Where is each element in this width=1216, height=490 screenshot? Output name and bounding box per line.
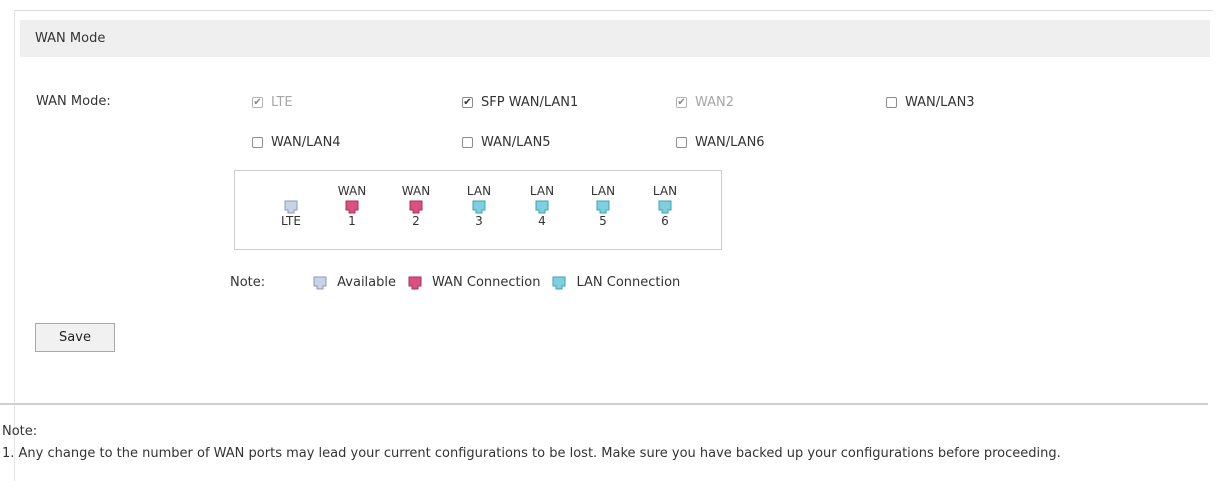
checkbox-icon bbox=[462, 137, 473, 148]
notes-line: 1. Any change to the number of WAN ports… bbox=[2, 446, 1061, 461]
port-legend: Note: Available WAN Connection LAN Conne… bbox=[230, 275, 692, 290]
port-5: LAN 5 bbox=[588, 184, 618, 228]
port-type-label: LAN bbox=[529, 184, 555, 198]
checkbox-label: LTE bbox=[271, 95, 293, 110]
checkbox-label: WAN/LAN6 bbox=[695, 135, 765, 150]
ethernet-port-icon bbox=[409, 200, 423, 214]
legend-item-available: Available bbox=[313, 275, 396, 290]
notes-section: Note: 1. Any change to the number of WAN… bbox=[2, 421, 1202, 465]
checkbox-sfp-wan-lan1[interactable]: ✔ SFP WAN/LAN1 bbox=[462, 95, 578, 110]
legend-label: LAN Connection bbox=[576, 275, 681, 290]
port-1: WAN 1 bbox=[337, 184, 367, 228]
checkbox-icon bbox=[676, 137, 687, 148]
port-type-label: LAN bbox=[652, 184, 678, 198]
wan-mode-label: WAN Mode: bbox=[36, 94, 111, 109]
checkbox-label: SFP WAN/LAN1 bbox=[481, 95, 579, 110]
ethernet-port-icon bbox=[472, 200, 486, 214]
checkbox-label: WAN2 bbox=[695, 95, 735, 110]
section-header: WAN Mode bbox=[20, 20, 1210, 57]
port-type-label bbox=[276, 184, 306, 198]
port-number-label: 4 bbox=[538, 214, 546, 228]
port-type-label: WAN bbox=[337, 184, 367, 198]
legend-item-lan: LAN Connection bbox=[552, 275, 680, 290]
checkbox-icon bbox=[252, 137, 263, 148]
ethernet-port-icon bbox=[552, 276, 566, 289]
checkbox-wan-lan4[interactable]: WAN/LAN4 bbox=[252, 135, 341, 150]
port-type-label: LAN bbox=[590, 184, 616, 198]
checkbox-label: WAN/LAN3 bbox=[905, 95, 975, 110]
notes-title: Note: bbox=[2, 424, 38, 439]
port-status-panel: LTE WAN 1 WAN 2 LAN 3 LAN 4 LAN 5 LAN 6 bbox=[234, 170, 722, 250]
legend-label: WAN Connection bbox=[432, 275, 541, 290]
legend-item-wan: WAN Connection bbox=[408, 275, 540, 290]
ethernet-port-icon bbox=[284, 200, 298, 214]
divider bbox=[0, 403, 1208, 405]
ethernet-port-icon bbox=[345, 200, 359, 214]
port-lte: LTE bbox=[276, 184, 306, 228]
section-title: WAN Mode bbox=[35, 31, 106, 46]
port-number-label: 6 bbox=[661, 214, 669, 228]
checkbox-lte[interactable]: ✔ LTE bbox=[252, 95, 293, 110]
checkbox-wan2[interactable]: ✔ WAN2 bbox=[676, 95, 734, 110]
port-number-label: 5 bbox=[599, 214, 607, 228]
port-2: WAN 2 bbox=[401, 184, 431, 228]
checkbox-icon: ✔ bbox=[676, 96, 687, 108]
checkbox-label: WAN/LAN5 bbox=[481, 135, 551, 150]
checkbox-wan-lan5[interactable]: WAN/LAN5 bbox=[462, 135, 551, 150]
ethernet-port-icon bbox=[596, 200, 610, 214]
ethernet-port-icon bbox=[408, 276, 422, 289]
port-number-label: LTE bbox=[281, 214, 301, 228]
legend-note-label: Note: bbox=[230, 275, 266, 290]
save-button[interactable]: Save bbox=[35, 323, 115, 352]
port-6: LAN 6 bbox=[650, 184, 680, 228]
checkbox-wan-lan6[interactable]: WAN/LAN6 bbox=[676, 135, 765, 150]
checkbox-icon bbox=[886, 97, 897, 108]
checkbox-label: WAN/LAN4 bbox=[271, 135, 341, 150]
legend-label: Available bbox=[337, 275, 396, 290]
port-3: LAN 3 bbox=[464, 184, 494, 228]
ethernet-port-icon bbox=[658, 200, 672, 214]
checkbox-icon: ✔ bbox=[252, 96, 263, 108]
port-number-label: 3 bbox=[475, 214, 483, 228]
port-type-label: WAN bbox=[401, 184, 431, 198]
ethernet-port-icon bbox=[535, 200, 549, 214]
port-type-label: LAN bbox=[466, 184, 492, 198]
port-number-label: 1 bbox=[348, 214, 356, 228]
checkbox-wan-lan3[interactable]: WAN/LAN3 bbox=[886, 95, 975, 110]
port-4: LAN 4 bbox=[527, 184, 557, 228]
port-number-label: 2 bbox=[412, 214, 420, 228]
ethernet-port-icon bbox=[313, 276, 327, 289]
checkbox-icon: ✔ bbox=[462, 96, 473, 108]
